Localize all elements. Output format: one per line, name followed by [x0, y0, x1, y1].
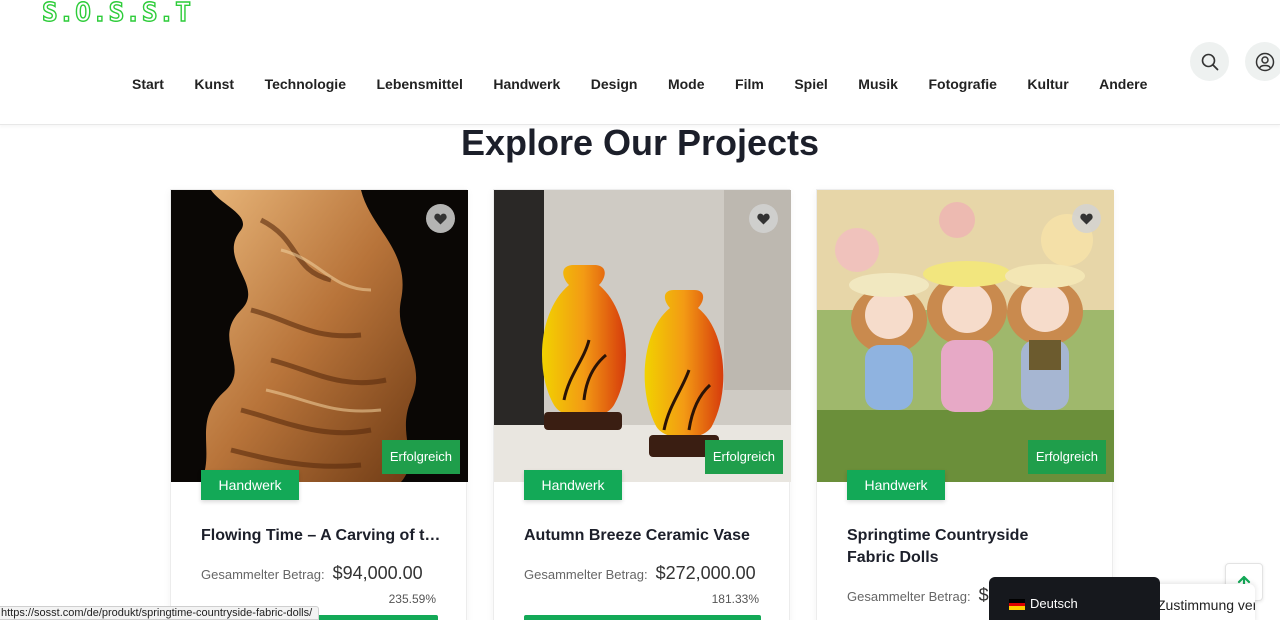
favorite-button[interactable]: [1072, 204, 1101, 233]
language-switcher[interactable]: Deutsch: [989, 577, 1160, 620]
amount-row: Gesammelter Betrag : $272,000.00: [524, 563, 756, 584]
category-badge[interactable]: Handwerk: [201, 470, 299, 500]
account-button[interactable]: [1245, 42, 1280, 81]
ceramic-vases-image: [494, 190, 791, 482]
heart-icon: [1080, 213, 1093, 224]
progress-bar: [524, 615, 761, 620]
amount-separator: :: [643, 567, 648, 582]
nav-item-kunst[interactable]: Kunst: [194, 75, 234, 93]
favorite-button[interactable]: [749, 204, 778, 233]
nav-item-handwerk[interactable]: Handwerk: [493, 75, 560, 93]
fabric-dolls-image: [817, 190, 1114, 482]
heart-icon: [434, 213, 447, 224]
project-image[interactable]: Erfolgreich: [171, 190, 468, 482]
heart-icon: [757, 213, 770, 224]
project-title[interactable]: Flowing Time – A Carving of the...: [201, 525, 446, 547]
nav-item-musik[interactable]: Musik: [858, 75, 898, 93]
project-image[interactable]: Erfolgreich: [817, 190, 1114, 482]
project-title[interactable]: Springtime Countryside Fabric Dolls: [847, 525, 1077, 569]
project-card[interactable]: Erfolgreich Handwerk Springtime Countrys…: [816, 189, 1114, 620]
main-nav: Start Kunst Technologie Lebensmittel Han…: [132, 75, 1178, 93]
favorite-button[interactable]: [426, 204, 455, 233]
amount-label: Gesammelter Betrag: [524, 567, 644, 582]
nav-item-mode[interactable]: Mode: [668, 75, 705, 93]
browser-status-url: https://sosst.com/de/produkt/springtime-…: [0, 606, 320, 620]
nav-item-kultur[interactable]: Kultur: [1027, 75, 1068, 93]
amount-label: Gesammelter Betrag: [201, 567, 321, 582]
category-badge[interactable]: Handwerk: [524, 470, 622, 500]
site-header: S.O.S.S.T Start Kunst Technologie Lebens…: [0, 0, 1280, 125]
german-flag-icon: [1009, 599, 1025, 611]
site-logo[interactable]: S.O.S.S.T: [41, 0, 192, 27]
user-icon: [1255, 52, 1274, 71]
status-badge: Erfolgreich: [1027, 440, 1106, 474]
funding-percent: 181.33%: [711, 592, 759, 606]
project-card[interactable]: Erfolgreich Handwerk Autumn Breeze Ceram…: [493, 189, 791, 620]
nav-item-spiel[interactable]: Spiel: [794, 75, 827, 93]
language-label: Deutsch: [1030, 596, 1078, 611]
project-title[interactable]: Autumn Breeze Ceramic Vase: [524, 525, 769, 547]
status-badge: Erfolgreich: [381, 440, 460, 474]
nav-item-technologie[interactable]: Technologie: [265, 75, 346, 93]
section-title: Explore Our Projects: [460, 122, 820, 163]
amount-row: Gesammelter Betrag : $94,000.00: [201, 563, 423, 584]
amount-label: Gesammelter Betrag: [847, 589, 967, 604]
project-image[interactable]: Erfolgreich: [494, 190, 791, 482]
amount-separator: :: [320, 567, 325, 582]
nav-item-film[interactable]: Film: [735, 75, 764, 93]
search-icon: [1201, 53, 1218, 70]
amount-value: $272,000.00: [655, 563, 756, 583]
status-badge: Erfolgreich: [704, 440, 783, 474]
nav-item-design[interactable]: Design: [591, 75, 638, 93]
nav-item-fotografie[interactable]: Fotografie: [928, 75, 996, 93]
nav-item-start[interactable]: Start: [132, 75, 164, 93]
funding-percent: 235.59%: [388, 592, 436, 606]
category-badge[interactable]: Handwerk: [847, 470, 945, 500]
project-card[interactable]: Erfolgreich Handwerk Flowing Time – A Ca…: [170, 189, 468, 620]
amount-row: Gesammelter Betrag : $2: [847, 585, 999, 606]
search-button[interactable]: [1190, 42, 1229, 81]
nav-item-andere[interactable]: Andere: [1099, 75, 1147, 93]
amount-separator: :: [966, 589, 971, 604]
nav-item-lebensmittel[interactable]: Lebensmittel: [377, 75, 463, 93]
amount-value: $94,000.00: [332, 563, 423, 583]
wood-carving-image: [171, 190, 468, 482]
